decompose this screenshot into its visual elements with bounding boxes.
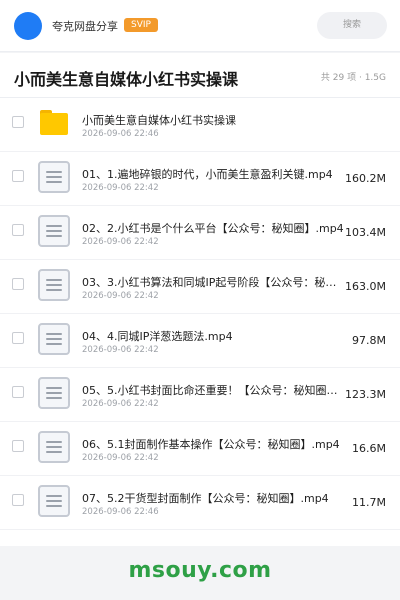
row-checkbox[interactable]	[12, 170, 24, 182]
folder-icon	[38, 107, 70, 139]
watermark: msouy.com	[128, 558, 272, 583]
file-row[interactable]: 01、1.遍地碎银的时代，小而美生意盈利关键.mp4 2026-09-06 22…	[0, 152, 400, 206]
file-name: 03、3.小红书算法和同城IP起号阶段【公众号：秘知圈】.mp4	[82, 276, 344, 289]
file-icon	[38, 377, 70, 409]
file-size: 123.3M	[345, 388, 386, 401]
file-size: 16.6M	[352, 442, 386, 455]
row-checkbox[interactable]	[12, 440, 24, 452]
file-name: 04、4.同城IP洋葱选题法.mp4	[82, 330, 233, 343]
file-name: 01、1.遍地碎银的时代，小而美生意盈利关键.mp4	[82, 168, 333, 181]
file-icon	[38, 269, 70, 301]
file-icon	[38, 215, 70, 247]
file-date: 2026-09-06 22:42	[82, 237, 159, 247]
file-row[interactable]: 07、5.2干货型封面制作【公众号：秘知圈】.mp4 2026-09-06 22…	[0, 476, 400, 530]
file-name: 05、5.小红书封面比命还重要！【公众号：秘知圈】.mp4	[82, 384, 344, 397]
file-date: 2026-09-06 22:42	[82, 453, 159, 463]
file-name: 07、5.2干货型封面制作【公众号：秘知圈】.mp4	[82, 492, 329, 505]
file-size: 11.7M	[352, 496, 386, 509]
file-size: 163.0M	[345, 280, 386, 293]
file-date: 2026-09-06 22:46	[82, 507, 159, 517]
file-icon	[38, 161, 70, 193]
row-checkbox[interactable]	[12, 386, 24, 398]
row-checkbox[interactable]	[12, 494, 24, 506]
svip-badge: SVIP	[124, 18, 158, 32]
avatar[interactable]	[14, 12, 42, 40]
file-row[interactable]: 05、5.小红书封面比命还重要！【公众号：秘知圈】.mp4 2026-09-06…	[0, 368, 400, 422]
top-bar: 夸克网盘分享 SVIP 搜索	[0, 0, 400, 52]
row-checkbox[interactable]	[12, 332, 24, 344]
file-row[interactable]: 04、4.同城IP洋葱选题法.mp4 2026-09-06 22:42 97.8…	[0, 314, 400, 368]
row-checkbox[interactable]	[12, 278, 24, 290]
folder-header: 小而美生意自媒体小红书实操课 共 29 项 · 1.5G	[0, 53, 400, 98]
file-name: 02、2.小红书是个什么平台【公众号：秘知圈】.mp4	[82, 222, 344, 235]
search-input[interactable]: 搜索	[317, 12, 387, 39]
file-icon	[38, 431, 70, 463]
file-row[interactable]: 03、3.小红书算法和同城IP起号阶段【公众号：秘知圈】.mp4 2026-09…	[0, 260, 400, 314]
file-icon	[38, 323, 70, 355]
file-date: 2026-09-06 22:46	[82, 129, 159, 139]
item-count: 共 29 项	[320, 73, 357, 83]
file-row[interactable]: 06、5.1封面制作基本操作【公众号：秘知圈】.mp4 2026-09-06 2…	[0, 422, 400, 476]
file-row[interactable]: 02、2.小红书是个什么平台【公众号：秘知圈】.mp4 2026-09-06 2…	[0, 206, 400, 260]
file-row[interactable]: 小而美生意自媒体小红书实操课 2026-09-06 22:46	[0, 98, 400, 152]
file-list: 小而美生意自媒体小红书实操课 2026-09-06 22:46 01、1.遍地碎…	[0, 98, 400, 546]
file-name: 06、5.1封面制作基本操作【公众号：秘知圈】.mp4	[82, 438, 340, 451]
share-title: 夸克网盘分享	[52, 20, 118, 33]
file-size: 160.2M	[345, 172, 386, 185]
file-size: 103.4M	[345, 226, 386, 239]
row-checkbox[interactable]	[12, 224, 24, 236]
meta-separator: ·	[356, 73, 365, 83]
folder-meta: 共 29 项 · 1.5G	[321, 70, 386, 83]
file-date: 2026-09-06 22:42	[82, 183, 159, 193]
file-size: 97.8M	[352, 334, 386, 347]
file-date: 2026-09-06 22:42	[82, 345, 159, 355]
search-placeholder: 搜索	[342, 20, 361, 30]
page-title: 小而美生意自媒体小红书实操课	[14, 70, 239, 89]
file-date: 2026-09-06 22:42	[82, 399, 159, 409]
row-checkbox[interactable]	[12, 116, 24, 128]
total-size: 1.5G	[364, 73, 386, 83]
file-date: 2026-09-06 22:42	[82, 291, 159, 301]
file-name: 小而美生意自媒体小红书实操课	[82, 114, 236, 127]
file-icon	[38, 485, 70, 517]
